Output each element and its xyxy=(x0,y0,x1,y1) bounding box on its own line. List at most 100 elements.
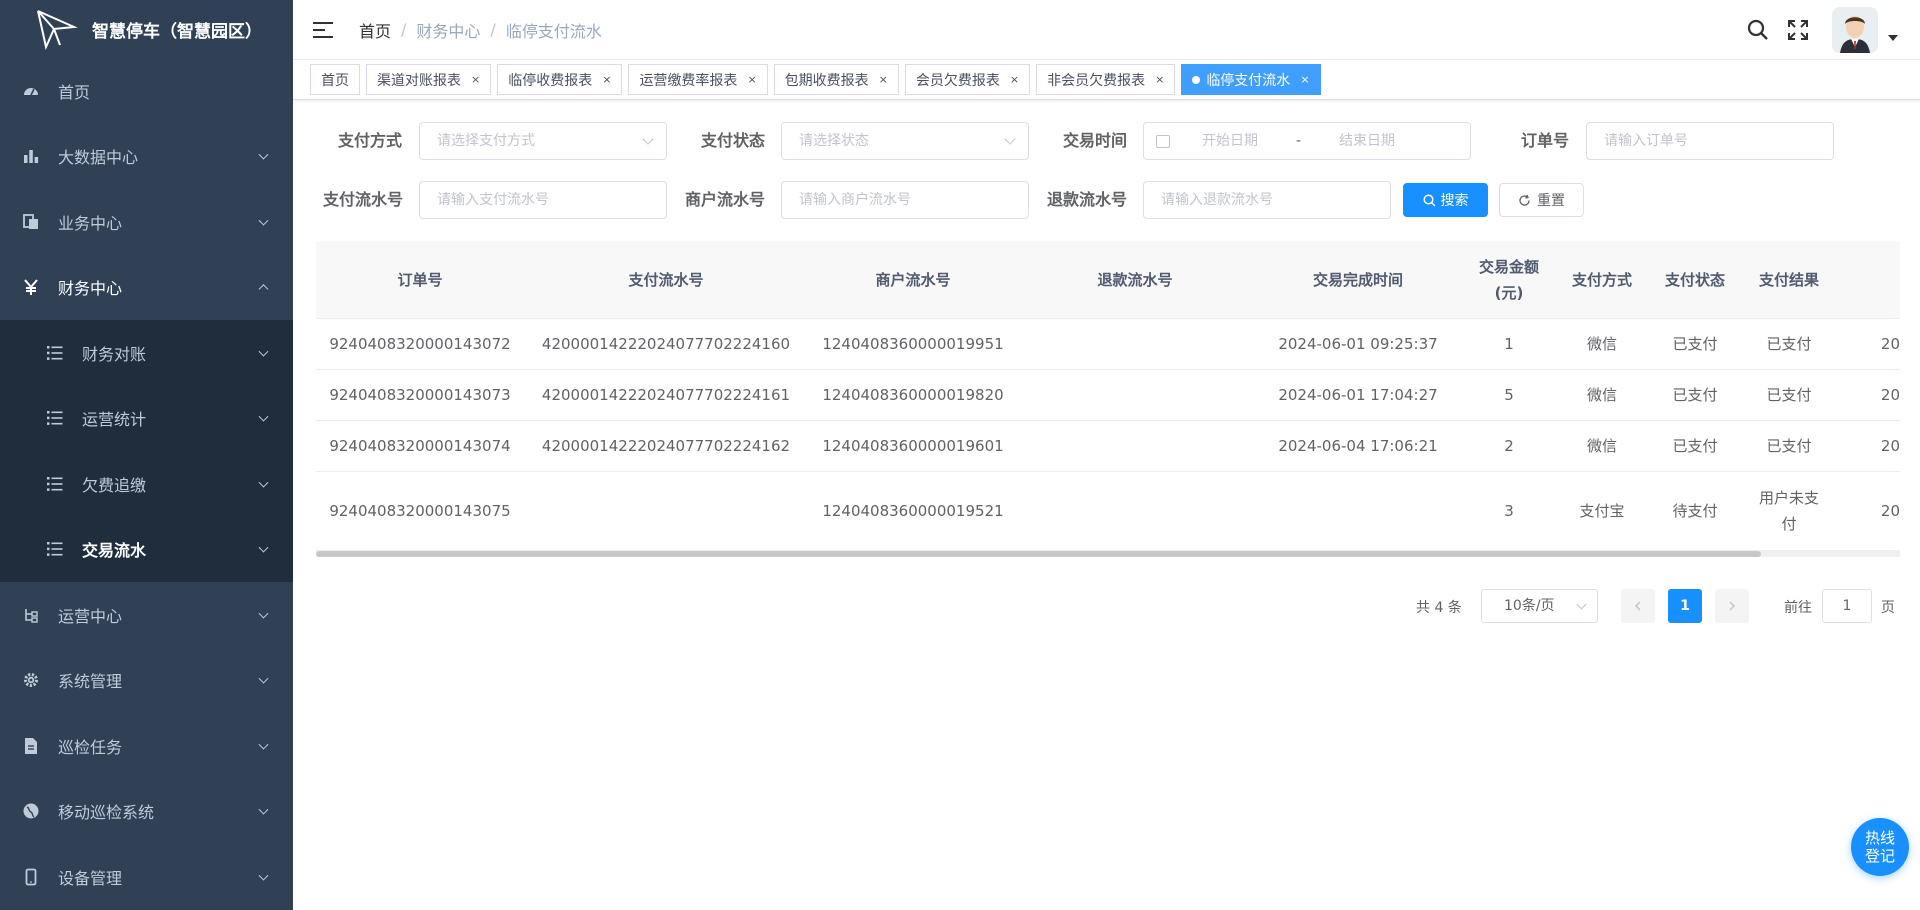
table-cell: 3 xyxy=(1504,502,1514,520)
merchant-serial-input[interactable]: 请输入商户流水号 xyxy=(781,181,1029,219)
prev-page-button[interactable] xyxy=(1621,589,1655,623)
close-icon[interactable]: × xyxy=(1300,73,1309,86)
sidebar-item-label: 系统管理 xyxy=(58,672,123,692)
trade-time-range[interactable]: 开始日期 - 结束日期 xyxy=(1143,122,1471,160)
tab-0[interactable]: 首页 xyxy=(310,64,360,95)
breadcrumb: 首页 / 财务中心 / 临停支付流水 xyxy=(359,18,602,42)
document-icon xyxy=(22,737,40,755)
page-number-button[interactable]: 1 xyxy=(1668,589,1702,623)
scrollbar-thumb[interactable] xyxy=(316,551,1761,557)
gear-icon xyxy=(22,671,40,689)
order-no-input[interactable]: 请输入订单号 xyxy=(1586,122,1834,160)
sidebar-item-3[interactable]: 财务中心 xyxy=(0,255,293,321)
reset-button[interactable]: 重置 xyxy=(1499,183,1584,217)
sidebar-item-1[interactable]: 大数据中心 xyxy=(0,124,293,190)
close-icon[interactable]: × xyxy=(1155,73,1164,86)
table-cell: 1240408360000019521 xyxy=(822,502,1004,520)
hotline-register-button[interactable]: 热线 登记 xyxy=(1851,818,1909,876)
start-date-input[interactable]: 开始日期 xyxy=(1202,123,1258,159)
close-icon[interactable]: × xyxy=(471,73,480,86)
table-cell: 2024 xyxy=(1880,386,1900,404)
reset-button-label: 重置 xyxy=(1537,193,1565,209)
tab-1[interactable]: 渠道对账报表 × xyxy=(366,64,492,95)
table-cell: 2024-06-04 17:06:21 xyxy=(1278,437,1438,455)
globe-icon xyxy=(22,802,40,820)
brand[interactable]: 智慧停车（智慧园区） xyxy=(0,0,293,58)
pay-status-select[interactable]: 请选择状态 xyxy=(781,122,1029,160)
sidebar-item-label: 巡检任务 xyxy=(58,737,123,757)
page-size-value: 10条/页 xyxy=(1504,598,1555,614)
sidebar-menu: 首页 大数据中心 业务中心财务中心财务对账 运营统计 欠费追缴 交易流水 运营中心系统管理巡… xyxy=(0,58,293,910)
table-cell: 9240408320000143073 xyxy=(329,386,511,404)
app-title: 智慧停车（智慧园区） xyxy=(92,21,262,42)
sidebar-item-12[interactable]: 设备管理 xyxy=(0,844,293,910)
list-icon xyxy=(46,344,64,362)
sidebar-item-8[interactable]: 运营中心 xyxy=(0,582,293,648)
table-cell: 9240408320000143075 xyxy=(329,502,511,520)
refund-serial-label: 退款流水号 xyxy=(1047,190,1128,209)
sidebar-item-11[interactable]: 移动巡检系统 xyxy=(0,779,293,845)
search-icon[interactable] xyxy=(1746,18,1770,42)
table-row[interactable]: 9240408320000143073 420000142220240777022… xyxy=(316,370,1900,421)
order-no-placeholder: 请输入订单号 xyxy=(1604,133,1688,149)
breadcrumb-finance: 财务中心 xyxy=(416,21,481,41)
breadcrumb-separator: / xyxy=(490,20,496,39)
tab-3[interactable]: 运营缴费率报表 × xyxy=(628,64,768,95)
close-icon[interactable]: × xyxy=(747,73,756,86)
sidebar-item-0[interactable]: 首页 xyxy=(0,58,293,124)
page-size-select[interactable]: 10条/页 xyxy=(1481,589,1598,623)
table-cell: 9240408320000143074 xyxy=(329,437,511,455)
chevron-down-icon xyxy=(258,411,269,422)
end-date-input[interactable]: 结束日期 xyxy=(1339,123,1395,159)
next-page-button[interactable] xyxy=(1715,589,1749,623)
table-row[interactable]: 9240408320000143072 420000142220240777022… xyxy=(316,319,1900,370)
tab-5[interactable]: 会员欠费报表 × xyxy=(904,64,1031,95)
tab-6[interactable]: 非会员欠费报表 × xyxy=(1036,64,1176,95)
chevron-left-icon xyxy=(1634,601,1641,611)
close-icon[interactable]: × xyxy=(1010,73,1019,86)
tab-4[interactable]: 包期收费报表 × xyxy=(773,64,899,95)
hamburger-icon[interactable] xyxy=(313,21,333,38)
table-row[interactable]: 9240408320000143075 1240408360000019521 3 支… xyxy=(316,472,1900,551)
column-header: 支付流水号 xyxy=(628,271,704,289)
goto-page-input[interactable]: 1 xyxy=(1822,589,1872,623)
tab-7[interactable]: 临停支付流水 × xyxy=(1181,64,1321,95)
horizontal-scrollbar[interactable] xyxy=(316,551,1900,557)
fullscreen-icon[interactable] xyxy=(1786,18,1810,42)
table-cell: 2 xyxy=(1504,437,1514,455)
table-cell: 1240408360000019601 xyxy=(822,437,1004,455)
pay-method-select[interactable]: 请选择支付方式 xyxy=(419,122,667,160)
header-actions xyxy=(1746,0,1898,60)
chevron-down-icon[interactable] xyxy=(1888,35,1898,41)
sidebar-item-4[interactable]: 财务对账 xyxy=(0,320,293,386)
sidebar-item-5[interactable]: 运营统计 xyxy=(0,385,293,451)
yen-icon xyxy=(22,278,40,296)
sidebar-item-7[interactable]: 交易流水 xyxy=(0,516,293,582)
sidebar-item-6[interactable]: 欠费追缴 xyxy=(0,451,293,517)
pay-serial-input[interactable]: 请输入支付流水号 xyxy=(419,181,667,219)
close-icon[interactable]: × xyxy=(879,73,888,86)
tab-2[interactable]: 临停收费报表 × xyxy=(497,64,623,95)
sidebar-item-label: 移动巡检系统 xyxy=(58,803,155,823)
date-range-separator: - xyxy=(1296,133,1302,149)
tab-label: 临停收费报表 xyxy=(508,72,593,89)
column-header: 商户流水号 xyxy=(875,271,951,289)
sidebar-item-2[interactable]: 业务中心 xyxy=(0,189,293,255)
refund-serial-input[interactable]: 请输入退款流水号 xyxy=(1143,181,1391,219)
close-icon[interactable]: × xyxy=(602,73,611,86)
bar-chart-icon xyxy=(22,147,40,165)
sidebar-item-label: 财务中心 xyxy=(58,279,123,299)
tab-label: 首页 xyxy=(321,72,349,89)
search-button[interactable]: 搜索 xyxy=(1403,183,1488,217)
chevron-down-icon xyxy=(258,215,269,226)
table-row[interactable]: 9240408320000143074 420000142220240777022… xyxy=(316,421,1900,472)
tab-label: 临停支付流水 xyxy=(1206,72,1291,89)
table-cell: 42000014222024077702224161 xyxy=(541,386,791,404)
table-cell xyxy=(1035,319,1235,369)
avatar[interactable] xyxy=(1832,7,1878,53)
breadcrumb-home[interactable]: 首页 xyxy=(359,18,391,42)
sidebar-item-9[interactable]: 系统管理 xyxy=(0,648,293,714)
sidebar-item-10[interactable]: 巡检任务 xyxy=(0,713,293,779)
dashboard-icon xyxy=(22,82,40,100)
chevron-down-icon xyxy=(642,133,654,145)
